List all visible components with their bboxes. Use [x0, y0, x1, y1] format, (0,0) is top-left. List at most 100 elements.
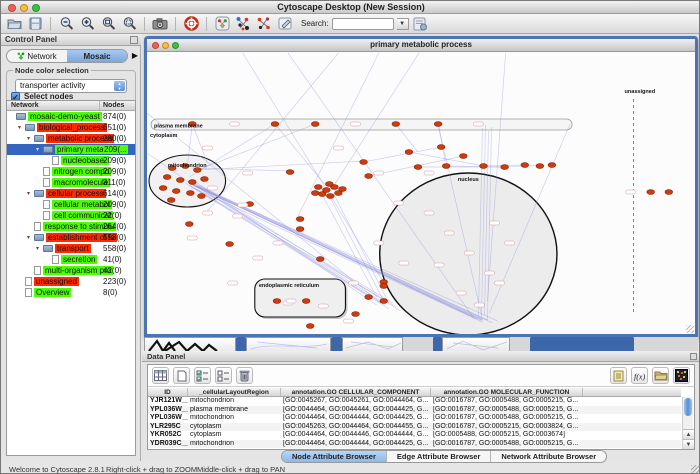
- tree-row[interactable]: unassigned223(0): [7, 276, 135, 287]
- float-panel-icon[interactable]: [690, 353, 697, 360]
- window-sliver[interactable]: [433, 337, 442, 351]
- window-sliver[interactable]: [331, 337, 342, 351]
- network-node[interactable]: [459, 154, 467, 159]
- notes-button[interactable]: [610, 367, 627, 384]
- window-sliver[interactable]: [442, 337, 510, 351]
- network-node[interactable]: [163, 175, 171, 180]
- network-node[interactable]: [405, 150, 413, 155]
- vizmapper-button[interactable]: [234, 15, 252, 32]
- tab-network-attribute-browser[interactable]: Network Attribute Browser: [491, 451, 606, 462]
- new-attribute-button[interactable]: [173, 367, 190, 384]
- network-node[interactable]: [201, 177, 209, 182]
- network-node[interactable]: [296, 227, 304, 232]
- network-node[interactable]: [186, 191, 194, 196]
- table-row[interactable]: YKR052Ccytoplasm[GO:0044464, GO:0044446,…: [148, 431, 681, 440]
- tab-mosaic[interactable]: Mosaic: [67, 50, 127, 62]
- network-node[interactable]: [318, 192, 326, 197]
- column-header-region[interactable]: _cellularLayoutRegion: [188, 388, 281, 396]
- tab-network[interactable]: Network: [7, 50, 67, 62]
- expander-icon[interactable]: ▾: [18, 124, 25, 131]
- matrix-button[interactable]: [673, 367, 690, 384]
- table-row[interactable]: YDR039C__1mitochondrion[GO:0044464, GO:0…: [148, 440, 681, 449]
- scroll-down-button[interactable]: ▼: [683, 439, 694, 449]
- network-node[interactable]: [442, 164, 450, 169]
- network-node[interactable]: [198, 194, 206, 199]
- table-row[interactable]: YPL036W__1mitochondrion[GO:0044464, GO:0…: [148, 414, 681, 423]
- window-sliver[interactable]: [634, 337, 698, 351]
- network-node[interactable]: [339, 187, 347, 192]
- tree-row[interactable]: macromolecule311(0): [7, 177, 135, 188]
- window-sliver[interactable]: [403, 337, 433, 351]
- tree-row[interactable]: ▾cellular process614(0): [7, 188, 135, 199]
- network-node[interactable]: [548, 163, 556, 168]
- annotations-button[interactable]: [276, 15, 294, 32]
- canvas-resize-grip[interactable]: [686, 325, 694, 333]
- column-header-molecular-function[interactable]: annotation.GO MOLECULAR_FUNCTION: [431, 388, 583, 396]
- tree-row[interactable]: mosaic-demo-yeast874(0): [7, 111, 135, 122]
- network-node[interactable]: [273, 299, 281, 304]
- attribute-table-button[interactable]: [152, 367, 169, 384]
- tree-row[interactable]: ▾metabolic process280(0): [7, 133, 135, 144]
- table-scrollbar[interactable]: ▲ ▼: [682, 397, 693, 449]
- search-settings-button[interactable]: [412, 15, 430, 32]
- zoom-selected-button[interactable]: [120, 15, 138, 32]
- network-node[interactable]: [380, 284, 388, 289]
- unselect-attributes-button[interactable]: [215, 367, 232, 384]
- tree-row[interactable]: cellular metabol209(0): [7, 199, 135, 210]
- open-file-button[interactable]: [5, 15, 23, 32]
- network-node[interactable]: [647, 190, 655, 195]
- table-row[interactable]: YPL036W__2plasma membrane[GO:0044464, GO…: [148, 406, 681, 415]
- tree-row[interactable]: Overview8(0): [7, 287, 135, 298]
- network-node[interactable]: [414, 165, 422, 170]
- network-node[interactable]: [392, 122, 400, 127]
- tab-node-attribute-browser[interactable]: Node Attribute Browser: [282, 451, 387, 462]
- expander-icon[interactable]: ▾: [36, 146, 43, 153]
- window-resize-grip[interactable]: [691, 465, 700, 474]
- expander-icon[interactable]: ▾: [36, 245, 43, 252]
- select-attributes-button[interactable]: [194, 367, 211, 384]
- float-panel-icon[interactable]: [130, 36, 138, 44]
- window-sliver[interactable]: [510, 337, 530, 351]
- snapshot-button[interactable]: [151, 15, 169, 32]
- plugins-button[interactable]: [213, 15, 231, 32]
- network-node[interactable]: [380, 299, 388, 304]
- network-node[interactable]: [296, 217, 304, 222]
- network-node[interactable]: [311, 122, 319, 127]
- tab-overflow-arrow[interactable]: ▶: [132, 51, 138, 60]
- column-header-id[interactable]: ID: [148, 388, 188, 396]
- network-node[interactable]: [365, 174, 373, 179]
- titlebar[interactable]: Cytoscape Desktop (New Session): [1, 1, 700, 14]
- help-button[interactable]: [182, 15, 200, 32]
- tree-row[interactable]: nitrogen compo209(0): [7, 166, 135, 177]
- expander-icon[interactable]: ▾: [27, 190, 34, 197]
- tree-row[interactable]: ▾biological_process651(0): [7, 122, 135, 133]
- tree-row[interactable]: response to stimulu264(0): [7, 221, 135, 232]
- network-node[interactable]: [189, 180, 197, 185]
- network-node[interactable]: [286, 170, 294, 175]
- search-dropdown-button[interactable]: ▼: [397, 18, 409, 30]
- column-nodes[interactable]: Nodes: [103, 102, 124, 109]
- column-divider[interactable]: [99, 101, 100, 111]
- table-row[interactable]: YJR121W__1mitochondrion[GO:0045267, GO:0…: [148, 397, 681, 406]
- filters-button[interactable]: [255, 15, 273, 32]
- network-node[interactable]: [360, 160, 368, 165]
- network-node[interactable]: [226, 242, 234, 247]
- tree-row[interactable]: ▾transport558(0): [7, 243, 135, 254]
- tree-header[interactable]: Network Nodes: [7, 101, 135, 111]
- network-node[interactable]: [302, 299, 310, 304]
- tree-row[interactable]: cell communicat22(0): [7, 210, 135, 221]
- network-node[interactable]: [159, 186, 167, 191]
- scroll-up-button[interactable]: ▲: [683, 429, 694, 439]
- tree-row[interactable]: ▾establishment of lo558(0): [7, 232, 135, 243]
- network-window-titlebar[interactable]: primary metabolic process: [147, 39, 695, 52]
- network-node[interactable]: [501, 165, 509, 170]
- network-node[interactable]: [521, 163, 529, 168]
- tree-row[interactable]: ▾primary metabo209(...: [7, 144, 135, 155]
- window-sliver[interactable]: [530, 337, 634, 351]
- tree-row[interactable]: multi-organism pro42(0): [7, 265, 135, 276]
- network-node[interactable]: [665, 190, 673, 195]
- scrollbar-thumb[interactable]: [684, 398, 692, 416]
- network-node[interactable]: [480, 164, 488, 169]
- network-node[interactable]: [327, 194, 335, 199]
- expander-icon[interactable]: ▾: [27, 234, 34, 241]
